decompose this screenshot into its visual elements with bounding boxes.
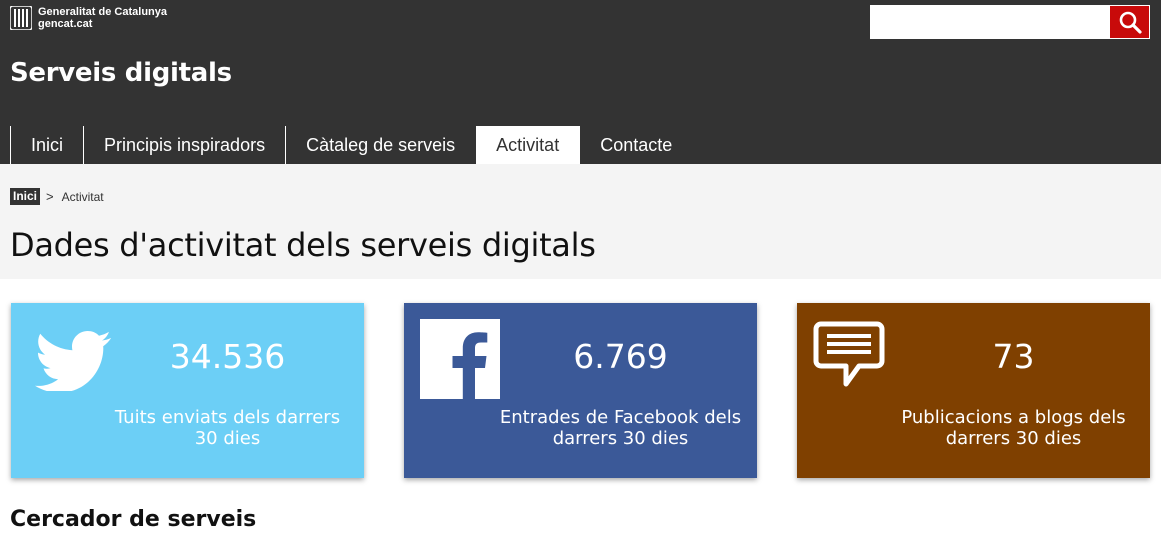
blog-stat-card: 73 Publicacions a blogs dels darrers 30 … <box>797 303 1150 478</box>
nav-item-activitat[interactable]: Activitat <box>475 126 580 164</box>
blog-stat-value: 73 <box>992 337 1035 376</box>
search-input[interactable] <box>870 5 1109 39</box>
breadcrumb-separator: > <box>46 189 54 204</box>
logo-text: Generalitat de Catalunya gencat.cat <box>38 6 167 30</box>
nav-item-principis-inspiradors[interactable]: Principis inspiradors <box>83 126 285 164</box>
blog-stat-label: Publicacions a blogs dels darrers 30 die… <box>901 407 1126 449</box>
twitter-stat-label: Tuits enviats dels darrers 30 dies <box>114 407 341 449</box>
facebook-stat-label: Entrades de Facebook dels darrers 30 die… <box>499 407 742 449</box>
search-form <box>870 5 1150 39</box>
breadcrumb-home-link[interactable]: Inici <box>10 188 41 205</box>
search-button[interactable] <box>1109 5 1150 39</box>
breadcrumb-current: Activitat <box>61 189 104 204</box>
logo-line-2: gencat.cat <box>38 18 93 30</box>
service-search-section-title: Cercador de serveis <box>10 507 257 532</box>
page-heading-band: Inici > Activitat Dades d'activitat dels… <box>0 164 1161 279</box>
site-header: Generalitat de Catalunya gencat.cat Serv… <box>0 0 1161 164</box>
search-icon <box>1119 11 1142 34</box>
generalitat-flag-icon <box>10 6 32 30</box>
breadcrumb: Inici > Activitat <box>10 188 104 205</box>
facebook-stat-value: 6.769 <box>573 337 668 376</box>
page-title: Dades d'activitat dels serveis digitals <box>10 226 596 264</box>
nav-item-cataleg-de-serveis[interactable]: Càtaleg de serveis <box>285 126 475 164</box>
logo-line-1: Generalitat de Catalunya <box>38 6 167 18</box>
twitter-stat-card: 34.536 Tuits enviats dels darrers 30 die… <box>11 303 364 478</box>
twitter-stat-value: 34.536 <box>169 337 286 376</box>
facebook-stat-card: 6.769 Entrades de Facebook dels darrers … <box>404 303 757 478</box>
main-nav: Inici Principis inspiradors Càtaleg de s… <box>10 126 692 164</box>
nav-item-inici[interactable]: Inici <box>10 126 83 164</box>
site-title[interactable]: Serveis digitals <box>10 58 232 88</box>
nav-item-contacte[interactable]: Contacte <box>579 126 692 164</box>
blog-comment-icon <box>813 321 885 387</box>
gencat-logo[interactable]: Generalitat de Catalunya gencat.cat <box>10 6 167 30</box>
